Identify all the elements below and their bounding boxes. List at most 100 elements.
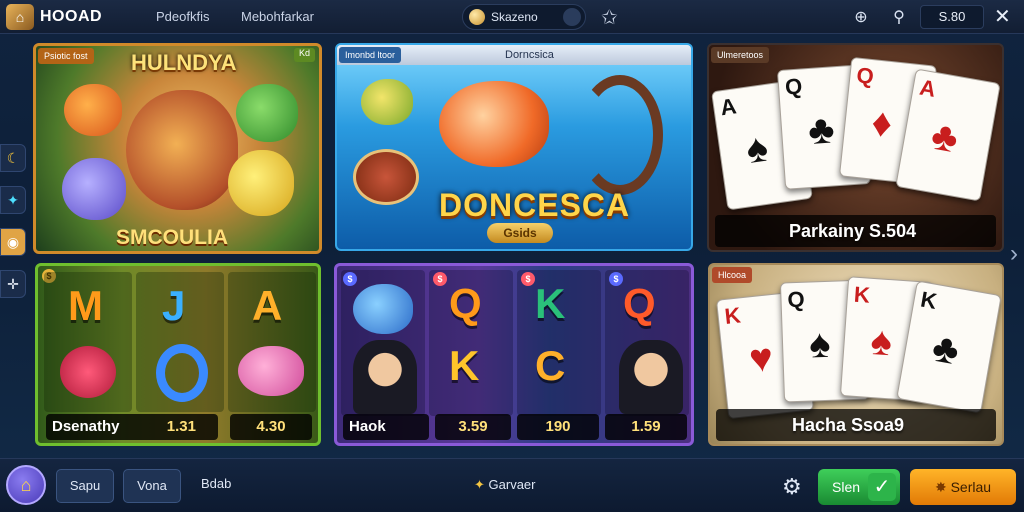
value-box: 4.30 <box>230 414 312 440</box>
character-portrait-icon <box>619 340 683 414</box>
value-text: 1.31 <box>166 418 196 435</box>
home-button[interactable]: ⌂ <box>6 465 46 505</box>
rail-button-bird[interactable]: ✦ <box>0 186 26 214</box>
moon-icon: ☾ <box>6 149 20 166</box>
card-rank: K <box>853 281 871 308</box>
card-suit-icon: ♥ <box>747 335 776 382</box>
fish-koi-icon <box>439 81 549 167</box>
fishing-hook-icon <box>577 75 663 195</box>
coin-icon: $ <box>521 272 535 286</box>
fish-orange-icon <box>64 84 122 136</box>
chevron-right-icon[interactable]: › <box>1010 240 1018 268</box>
label-text: Haok <box>349 418 386 435</box>
game-tile-ocean[interactable]: Imonbd ltoor Dorncsica DONCESCA Gsids <box>335 43 693 251</box>
house-icon: ⌂ <box>6 4 34 30</box>
card-suit-icon: ♠ <box>743 125 771 172</box>
game-tile-cards[interactable]: Ulmeretoos A ♠ Q ♣ Q ♦ A ♣ Parkainy S.504 <box>707 43 1004 252</box>
character-portrait-icon <box>353 340 417 414</box>
tile-tag-right: Kd <box>293 48 315 62</box>
confirm-button[interactable]: Slen ✓ <box>818 469 900 505</box>
value-text: 190 <box>545 418 571 435</box>
home-icon: ⌂ <box>20 474 32 495</box>
nav-link-2[interactable]: Mebohfarkar <box>241 9 314 24</box>
card-rank: Q <box>787 286 806 313</box>
card-suit-icon: ♣ <box>927 113 962 162</box>
reel-symbol: M <box>68 282 103 329</box>
fish-purple-icon <box>62 158 126 220</box>
card-rank: A <box>718 93 738 121</box>
rail-button-moon[interactable]: ☾ <box>0 144 26 172</box>
card-rank: Q <box>784 73 804 100</box>
card-rank: A <box>917 74 938 102</box>
tile-tag: Imonbd ltoor <box>339 47 402 63</box>
card-rank: K <box>918 286 939 314</box>
reel-symbol: J <box>162 282 186 329</box>
orange-action-button[interactable]: ✸ Serlau <box>910 469 1016 505</box>
tile-caption: Parkainy S.504 <box>789 221 917 241</box>
game-tile-reels-green[interactable]: $ M J A Dsenathy 1.31 4.30 <box>35 263 321 446</box>
dolphin-icon <box>353 284 413 334</box>
logo[interactable]: ⌂ HOOAD <box>6 4 102 30</box>
lure-icon <box>353 149 419 205</box>
game-tile-fish-mania[interactable]: Psiotic fost Kd HULNDYA SMCOULIA <box>33 43 322 254</box>
value-text: 3.59 <box>458 418 488 435</box>
footer-button-1[interactable]: Sapu <box>56 469 114 503</box>
game-tile-cards-bottom[interactable]: Hlcooa K ♥ Q ♠ K ♠ K ♣ Hacha Ssoa9 <box>708 263 1004 446</box>
footer-button-2[interactable]: Vona <box>123 469 181 503</box>
card-rank: K <box>723 302 742 329</box>
fish-yellow-icon <box>228 150 294 216</box>
fish-green-icon <box>236 84 298 142</box>
fish-big-icon <box>126 90 238 210</box>
bottom-bar: ⌂ Sapu Vona Bdab ✦ Garvaer ⚙ Slen ✓ ✸ Se… <box>0 458 1024 512</box>
reel-symbol: Q <box>449 280 482 327</box>
footer-text: Bdab <box>201 476 232 491</box>
value-text: 4.30 <box>256 418 286 435</box>
checkmark-icon: ✓ <box>868 473 896 501</box>
card-rank: Q <box>855 62 875 90</box>
tile-subtitle: SMCOULIA <box>116 226 228 249</box>
game-tile-reels-purple[interactable]: $ $ $ $ Q K Q K C Haok 3.59 190 1.59 <box>334 263 694 446</box>
reel-symbol: K <box>535 280 566 327</box>
coin-icon: $ <box>343 272 357 286</box>
settings-cog-icon[interactable]: ⚙ <box>782 474 802 500</box>
tile-header-title: Dorncsica <box>505 49 554 61</box>
rail-button-move[interactable]: ✛ <box>0 270 26 298</box>
left-rail: ☾ ✦ ◉ ✛ <box>0 144 28 312</box>
o-symbol-icon <box>156 344 208 402</box>
bag-icon: ◉ <box>6 233 20 250</box>
coin-icon <box>469 9 485 25</box>
top-bar: ⌂ HOOAD Pdeofkfis Mebohfarkar Skazeno ✩ … <box>0 0 1024 34</box>
balance-field[interactable]: S.80 <box>920 5 984 29</box>
tile-caption: Hacha Ssoa9 <box>792 415 905 435</box>
label-box: Dsenathy 1.31 <box>46 414 218 440</box>
reel-symbol: A <box>252 282 283 329</box>
coin-icon: $ <box>609 272 623 286</box>
close-icon[interactable]: ✕ <box>994 4 1011 29</box>
card-suit-icon: ♣ <box>806 107 836 154</box>
reel-symbol: Q <box>623 280 656 327</box>
chili-icon <box>60 346 116 398</box>
value-text: 1.59 <box>631 418 661 435</box>
footer-center-link[interactable]: ✦ Garvaer <box>474 477 536 493</box>
coin-icon: $ <box>433 272 447 286</box>
nav-link-1[interactable]: Pdeofkfis <box>156 9 209 24</box>
search-zoom-icon[interactable]: ⊕ <box>850 6 872 28</box>
value-box: 3.59 <box>435 414 511 440</box>
card-suit-icon: ♠ <box>869 318 894 365</box>
fish-pink-icon <box>238 346 304 396</box>
value-box: 1.59 <box>605 414 687 440</box>
pill-action-button[interactable] <box>563 8 581 26</box>
star-icon[interactable]: ✩ <box>601 5 618 30</box>
confirm-label: Slen <box>832 479 861 495</box>
sparkle-icon: ✸ <box>934 479 947 495</box>
reel-symbol: K <box>449 342 480 389</box>
tile-tag: Psiotic fost <box>38 48 94 64</box>
label-box: Haok <box>343 414 429 440</box>
rail-button-active[interactable]: ◉ <box>0 228 26 256</box>
fish-small-icon <box>361 79 413 125</box>
logo-text: HOOAD <box>40 8 103 25</box>
tile-tag: Ulmeretoos <box>711 47 770 63</box>
user-pill[interactable]: Skazeno <box>462 4 586 30</box>
card-suit-icon: ♣ <box>928 325 963 374</box>
search-icon[interactable]: ⚲ <box>888 6 910 28</box>
